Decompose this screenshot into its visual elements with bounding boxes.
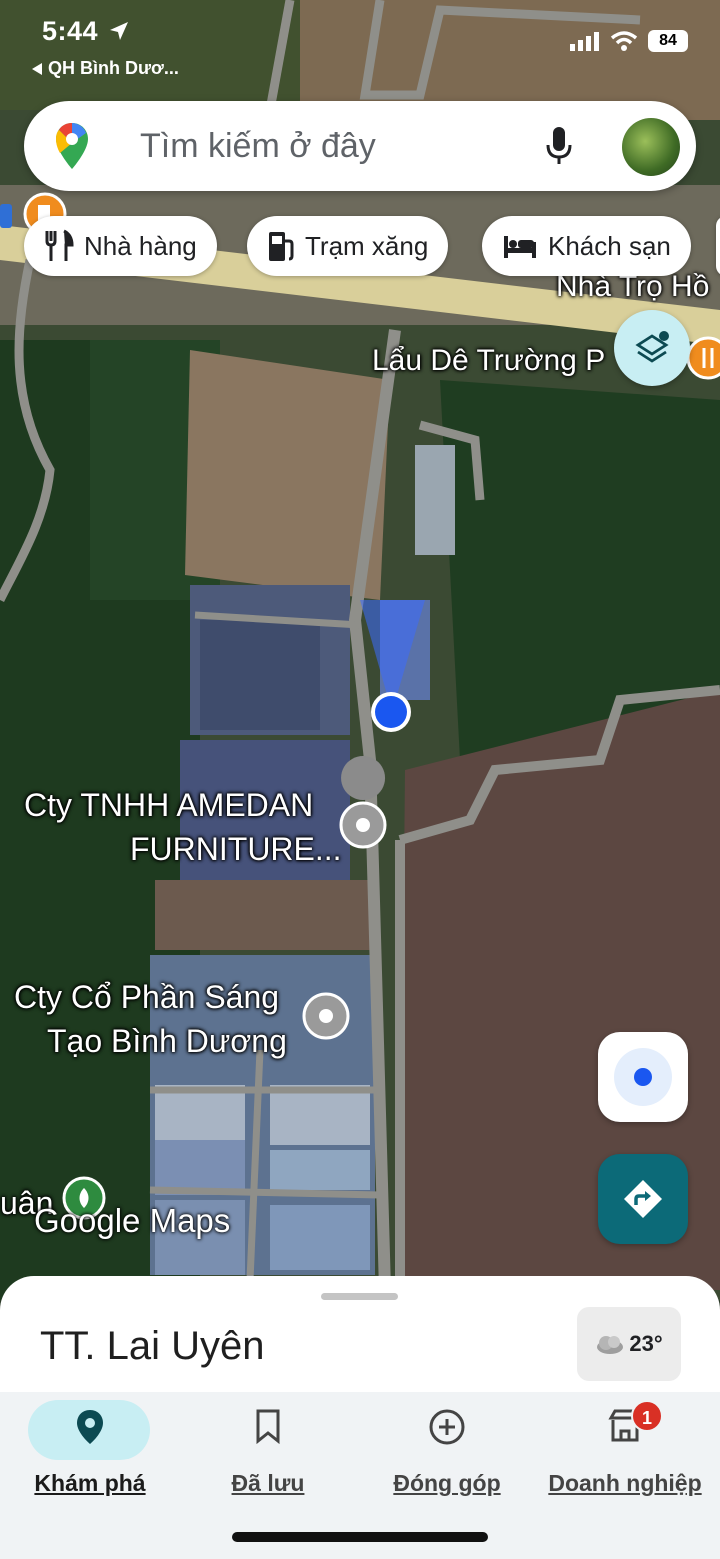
nav-explore[interactable]: Khám phá (0, 1392, 180, 1512)
map-label-sang-tao-line1[interactable]: Cty Cổ Phần Sáng (14, 976, 279, 1018)
status-time-text: 5:44 (42, 16, 99, 46)
status-time: 5:44 (42, 16, 130, 47)
place-title[interactable]: TT. Lai Uyên (40, 1324, 265, 1369)
layers-icon (635, 331, 669, 363)
place-pin-restaurant-right[interactable] (686, 336, 720, 380)
cloud-icon (597, 1336, 624, 1354)
wifi-icon (610, 31, 638, 51)
weather-chip[interactable]: 23° (577, 1307, 681, 1381)
chip-restaurants[interactable]: Nhà hàng (24, 216, 217, 276)
map-label-amedan-line1[interactable]: Cty TNHH AMEDAN (24, 784, 313, 826)
chip-restaurants-label: Nhà hàng (84, 230, 197, 261)
sheet-drag-handle[interactable] (321, 1293, 398, 1300)
directions-icon (624, 1180, 662, 1218)
nav-explore-label: Khám phá (34, 1470, 146, 1496)
chip-more[interactable] (716, 216, 720, 276)
nav-saved-label: Đã lưu (231, 1470, 305, 1496)
search-bar[interactable]: Tìm kiếm ở đây (24, 101, 696, 191)
home-indicator[interactable] (232, 1532, 488, 1542)
search-input[interactable]: Tìm kiếm ở đây (140, 127, 376, 166)
nav-contribute-label: Đóng góp (393, 1470, 501, 1496)
status-indicators: 84 (570, 30, 688, 52)
place-pin-partial[interactable] (0, 204, 12, 228)
avatar[interactable] (622, 118, 680, 176)
map-label-amedan-line2[interactable]: FURNITURE... (130, 828, 342, 870)
my-location-icon (614, 1048, 672, 1106)
notification-badge: 1 (631, 1400, 663, 1432)
status-bar: 5:44 QH Bình Dươ... 84 (0, 0, 720, 90)
nav-saved[interactable]: Đã lưu (178, 1392, 358, 1512)
directions-button[interactable] (598, 1154, 688, 1244)
back-to-app[interactable]: QH Bình Dươ... (30, 58, 179, 79)
current-location-dot (375, 696, 407, 728)
map-label-sang-tao-line2[interactable]: Tạo Bình Dương (47, 1020, 287, 1062)
chip-hotels[interactable]: Khách sạn (482, 216, 691, 276)
microphone-icon[interactable] (544, 125, 574, 167)
place-pin-sang-tao[interactable] (302, 992, 350, 1040)
gas-station-icon (269, 232, 294, 261)
restaurant-icon (45, 229, 74, 261)
temperature-text: 23° (629, 1331, 663, 1356)
location-arrow-icon (110, 22, 129, 40)
nav-business[interactable]: 1 Doanh nghiệp (535, 1392, 715, 1512)
back-app-label: QH Bình Dươ... (48, 58, 179, 78)
battery-indicator: 84 (648, 30, 688, 52)
hotel-icon (504, 236, 536, 258)
map-label-lau-de[interactable]: Lẩu Dê Trường P (372, 340, 605, 382)
back-triangle-icon (32, 62, 42, 75)
nav-contribute[interactable]: Đóng góp (357, 1392, 537, 1512)
signal-icon (570, 32, 599, 51)
chip-gas-stations[interactable]: Trạm xăng (247, 216, 449, 276)
chip-gas-stations-label: Trạm xăng (305, 230, 429, 261)
my-location-button[interactable] (598, 1032, 688, 1122)
add-circle-icon (429, 1409, 465, 1445)
nav-business-label: Doanh nghiệp (548, 1470, 702, 1496)
place-icon (77, 1410, 103, 1444)
google-maps-watermark: Google Maps (34, 1202, 231, 1239)
bookmark-icon (256, 1409, 280, 1444)
chip-hotels-label: Khách sạn (548, 230, 671, 261)
layers-button[interactable] (614, 310, 690, 386)
google-maps-logo-icon (56, 123, 88, 169)
